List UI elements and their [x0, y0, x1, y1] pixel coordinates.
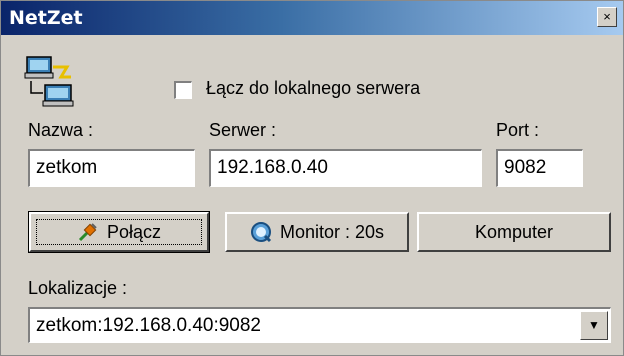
port-label: Port : [496, 120, 540, 140]
plug-icon [78, 223, 97, 242]
computer-button[interactable]: Komputer [417, 212, 611, 252]
server-label: Serwer : [209, 120, 277, 140]
close-button[interactable]: × [597, 7, 617, 27]
local-server-label: Łącz do lokalnego serwera [206, 78, 421, 98]
network-computers-icon [24, 56, 74, 107]
locations-selected-value: zetkom:192.168.0.40:9082 [36, 315, 262, 336]
monitor-button-label: Monitor : 20s [279, 221, 385, 242]
server-input[interactable]: 192.168.0.40 [209, 149, 482, 187]
connect-button-label: Połącz [106, 221, 162, 242]
port-input[interactable]: 9082 [496, 149, 583, 187]
window-title: NetZet [9, 7, 83, 29]
name-label: Nazwa : [28, 120, 94, 140]
title-bar[interactable]: NetZet × [1, 1, 623, 35]
computer-button-label: Komputer [474, 221, 554, 242]
netzet-window: NetZet × Łącz do lokalnego serwera Nazwa… [0, 0, 624, 356]
local-server-checkbox[interactable] [174, 81, 192, 99]
locations-label: Lokalizacje : [28, 278, 128, 298]
magnifier-icon [250, 222, 272, 243]
connect-button[interactable]: Połącz [28, 211, 210, 253]
name-input[interactable]: zetkom [28, 149, 195, 187]
monitor-button[interactable]: Monitor : 20s [225, 212, 409, 252]
close-icon: × [603, 9, 611, 24]
locations-combobox[interactable]: zetkom:192.168.0.40:9082 ▼ [28, 307, 611, 343]
dropdown-button[interactable]: ▼ [580, 311, 608, 340]
chevron-down-icon: ▼ [588, 318, 600, 332]
